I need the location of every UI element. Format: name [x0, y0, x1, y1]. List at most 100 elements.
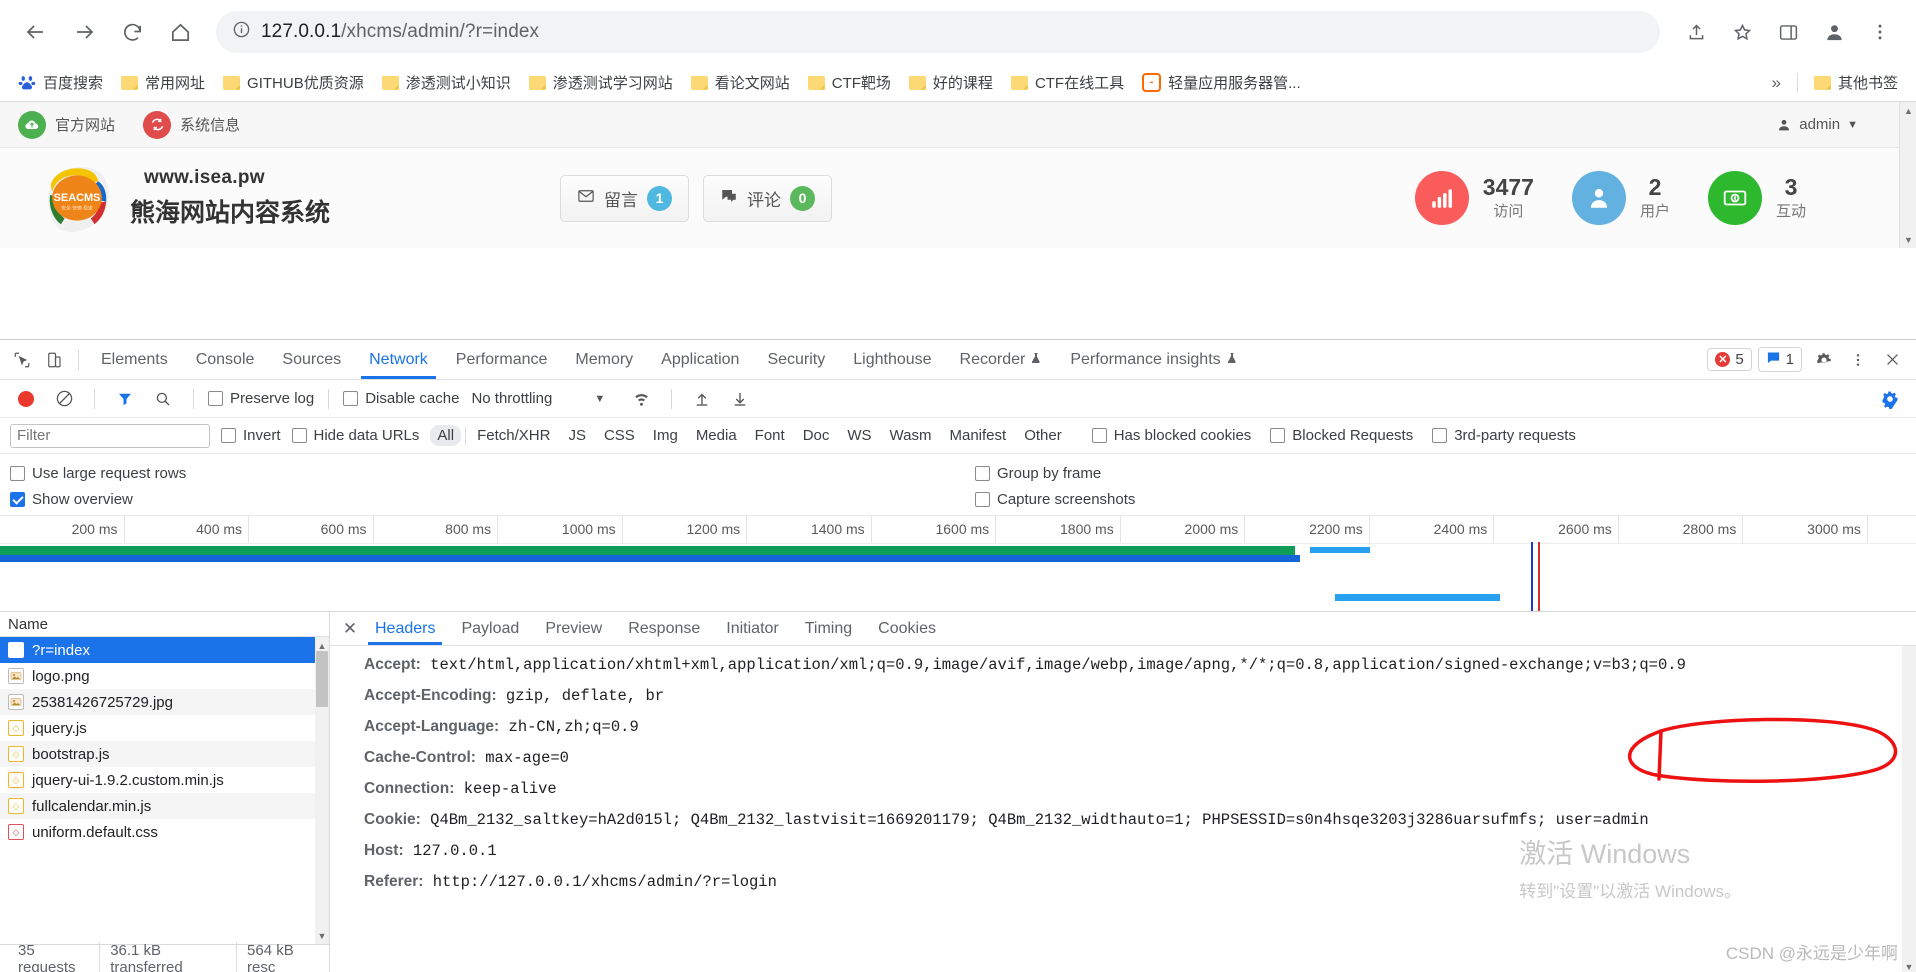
- kebab-menu-icon[interactable]: [1858, 10, 1902, 54]
- device-toolbar-icon[interactable]: [38, 345, 70, 375]
- bookmark-item-2[interactable]: 常用网址: [113, 69, 213, 96]
- request-row[interactable]: ◇ jquery-ui-1.9.2.custom.min.js: [0, 767, 329, 793]
- gear-icon[interactable]: [1808, 345, 1840, 375]
- use-large-rows-checkbox[interactable]: Use large request rows: [10, 465, 186, 482]
- share-icon[interactable]: [1674, 10, 1718, 54]
- filter-type-js[interactable]: JS: [561, 425, 593, 446]
- bookmark-item-9[interactable]: CTF在线工具: [1003, 69, 1132, 96]
- scrollbar-thumb[interactable]: [316, 651, 328, 707]
- stat-card-1[interactable]: 3477 访问: [1414, 171, 1534, 225]
- filter-type-doc[interactable]: Doc: [796, 425, 837, 446]
- import-har-icon[interactable]: [686, 384, 718, 414]
- detail-tab-payload[interactable]: Payload: [448, 612, 532, 645]
- stat-card-3[interactable]: 3 互动: [1707, 171, 1806, 225]
- request-row[interactable]: ◇ fullcalendar.min.js: [0, 793, 329, 819]
- filter-type-ws[interactable]: WS: [840, 425, 878, 446]
- filter-type-all[interactable]: All: [430, 425, 462, 446]
- scroll-down-icon[interactable]: ▼: [315, 927, 329, 944]
- has-blocked-cookies-checkbox[interactable]: Has blocked cookies: [1091, 427, 1251, 444]
- request-row[interactable]: logo.png: [0, 663, 329, 689]
- network-overview-timeline[interactable]: 200 ms 400 ms 600 ms 800 ms 1000 ms 1200 ms 14…: [0, 516, 1916, 612]
- search-icon[interactable]: [147, 384, 179, 414]
- request-row[interactable]: ?r=index: [0, 637, 329, 663]
- devtools-tab-security[interactable]: Security: [753, 340, 839, 379]
- detail-tab-cookies[interactable]: Cookies: [865, 612, 949, 645]
- devtools-tab-lighthouse[interactable]: Lighthouse: [839, 340, 945, 379]
- official-site-link[interactable]: 官方网站: [18, 110, 115, 139]
- capture-screenshots-checkbox[interactable]: Capture screenshots: [975, 491, 1135, 508]
- filter-type-other[interactable]: Other: [1017, 425, 1069, 446]
- scroll-down-icon[interactable]: ▼: [1900, 231, 1916, 248]
- network-conditions-icon[interactable]: [625, 384, 657, 414]
- detail-tab-preview[interactable]: Preview: [532, 612, 615, 645]
- reload-icon[interactable]: [110, 10, 154, 54]
- devtools-tab-performance[interactable]: Performance: [442, 340, 562, 379]
- user-menu[interactable]: admin ▼: [1776, 116, 1898, 133]
- request-row[interactable]: ◇ bootstrap.js: [0, 741, 329, 767]
- bookmark-item-10[interactable]: - 轻量应用服务器管...: [1134, 69, 1309, 96]
- filter-type-media[interactable]: Media: [689, 425, 744, 446]
- request-list-header[interactable]: Name: [0, 612, 329, 637]
- close-icon[interactable]: [1876, 345, 1908, 375]
- bookmark-star-icon[interactable]: [1720, 10, 1764, 54]
- network-settings-gear-icon[interactable]: [1874, 384, 1906, 414]
- message-button-2[interactable]: 评论 0: [703, 174, 833, 222]
- kebab-menu-icon[interactable]: [1842, 345, 1874, 375]
- clear-icon[interactable]: [48, 384, 80, 414]
- request-row[interactable]: 25381426725729.jpg: [0, 689, 329, 715]
- devtools-tab-elements[interactable]: Elements: [87, 340, 182, 379]
- filter-type-fetch-xhr[interactable]: Fetch/XHR: [470, 425, 557, 446]
- detail-scrollbar[interactable]: ▼: [1902, 646, 1916, 972]
- devtools-tab-application[interactable]: Application: [647, 340, 753, 379]
- back-arrow-icon[interactable]: [14, 10, 58, 54]
- home-icon[interactable]: [158, 10, 202, 54]
- request-row[interactable]: ◇ jquery.js: [0, 715, 329, 741]
- address-bar[interactable]: 127.0.0.1/xhcms/admin/?r=index: [216, 11, 1660, 53]
- scroll-down-icon[interactable]: ▼: [1902, 962, 1916, 972]
- devtools-tab-console[interactable]: Console: [182, 340, 269, 379]
- invert-checkbox[interactable]: Invert: [221, 427, 281, 444]
- devtools-tab-recorder[interactable]: Recorder: [946, 340, 1057, 379]
- chevron-down-icon[interactable]: ▼: [594, 393, 605, 405]
- address-bar-text[interactable]: 127.0.0.1/xhcms/admin/?r=index: [261, 21, 539, 43]
- devtools-tab-sources[interactable]: Sources: [268, 340, 355, 379]
- request-row[interactable]: ◇ uniform.default.css: [0, 819, 329, 845]
- detail-tab-timing[interactable]: Timing: [792, 612, 865, 645]
- stat-card-2[interactable]: 2 用户: [1571, 171, 1670, 225]
- detail-tab-initiator[interactable]: Initiator: [713, 612, 791, 645]
- request-list-scrollbar[interactable]: ▲ ▼: [315, 637, 329, 944]
- filter-type-wasm[interactable]: Wasm: [883, 425, 939, 446]
- message-count-badge[interactable]: 1: [1757, 347, 1802, 372]
- message-button-1[interactable]: 留言 1: [560, 174, 690, 222]
- preserve-log-checkbox[interactable]: Preserve log: [208, 390, 314, 407]
- bookmark-item-4[interactable]: 渗透测试小知识: [374, 69, 519, 96]
- error-count-badge[interactable]: ✕ 5: [1707, 348, 1752, 371]
- system-info-link[interactable]: 系统信息: [143, 110, 240, 139]
- side-panel-icon[interactable]: [1766, 10, 1810, 54]
- hide-data-urls-checkbox[interactable]: Hide data URLs: [291, 427, 419, 444]
- blocked-requests-checkbox[interactable]: Blocked Requests: [1270, 427, 1413, 444]
- site-info-icon[interactable]: [232, 20, 251, 44]
- show-overview-checkbox[interactable]: Show overview: [10, 491, 133, 508]
- bookmarks-overflow-icon[interactable]: »: [1764, 73, 1789, 93]
- devtools-tab-memory[interactable]: Memory: [561, 340, 647, 379]
- filter-type-css[interactable]: CSS: [597, 425, 642, 446]
- filter-type-font[interactable]: Font: [748, 425, 792, 446]
- filter-type-manifest[interactable]: Manifest: [943, 425, 1014, 446]
- bookmark-item-7[interactable]: CTF靶场: [800, 69, 899, 96]
- group-by-frame-checkbox[interactable]: Group by frame: [975, 465, 1101, 482]
- bookmark-item-6[interactable]: 看论文网站: [683, 69, 798, 96]
- export-har-icon[interactable]: [724, 384, 756, 414]
- filter-input[interactable]: Filter: [10, 423, 210, 448]
- forward-arrow-icon[interactable]: [62, 10, 106, 54]
- inspect-element-icon[interactable]: [6, 345, 38, 375]
- page-scrollbar[interactable]: ▲ ▼: [1899, 102, 1916, 248]
- throttling-label[interactable]: No throttling: [471, 390, 552, 407]
- filter-type-img[interactable]: Img: [646, 425, 685, 446]
- bookmark-item-1[interactable]: 百度搜索: [10, 69, 111, 96]
- scroll-up-icon[interactable]: ▲: [1900, 102, 1916, 119]
- request-rows[interactable]: ▲ ▼ ?r=index logo.png 25381426725729.jpg ◇ j…: [0, 637, 329, 944]
- third-party-requests-checkbox[interactable]: 3rd-party requests: [1432, 427, 1576, 444]
- detail-tab-headers[interactable]: Headers: [362, 612, 448, 645]
- profile-avatar-icon[interactable]: [1812, 10, 1856, 54]
